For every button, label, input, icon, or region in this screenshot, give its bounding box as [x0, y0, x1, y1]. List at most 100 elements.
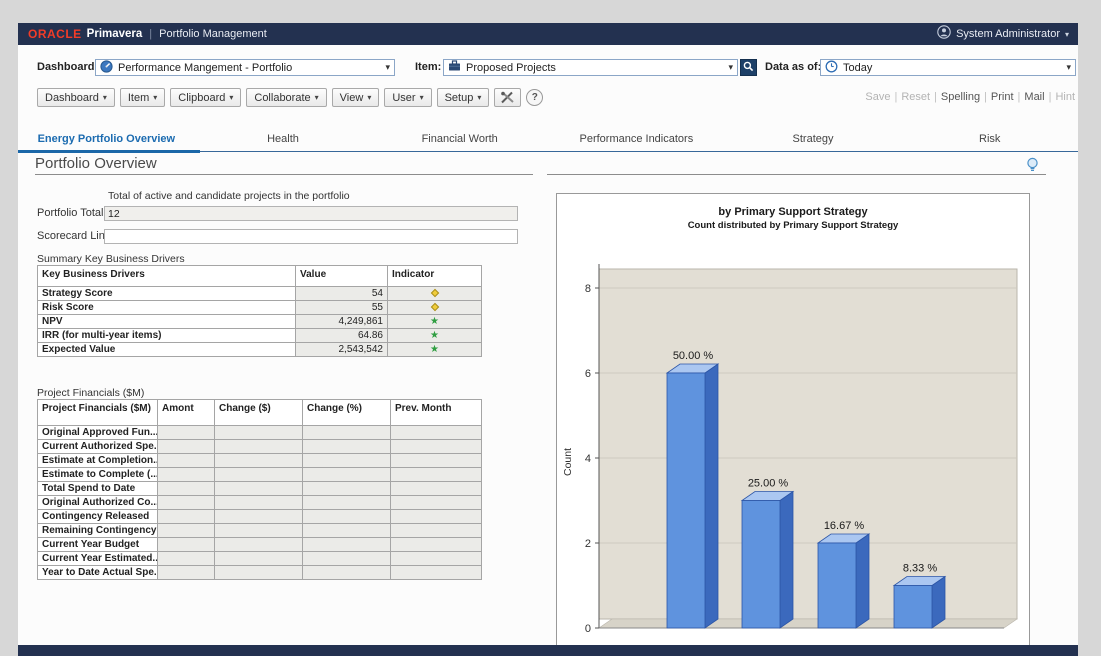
table-row[interactable]: Estimate at Completion... — [38, 454, 482, 468]
item-selector[interactable]: Proposed Projects ▾ — [443, 59, 738, 76]
menu-button-dashboard[interactable]: Dashboard▾ — [37, 88, 115, 107]
financial-value-cell — [158, 440, 215, 454]
driver-name-cell: Strategy Score — [38, 287, 296, 301]
tab-performance-indicators[interactable]: Performance Indicators — [548, 129, 725, 151]
column-header: Change (%) — [303, 400, 391, 426]
tab-strategy[interactable]: Strategy — [725, 129, 902, 151]
application-window: ORACLE Primavera | Portfolio Management … — [0, 0, 1101, 656]
menu-button-view[interactable]: View▾ — [332, 88, 380, 107]
search-icon — [743, 59, 754, 77]
diamond-indicator-icon — [430, 289, 438, 297]
tab-financial-worth[interactable]: Financial Worth — [371, 129, 548, 151]
table-row[interactable]: Strategy Score54 — [38, 287, 482, 301]
key-business-drivers-table: Key Business DriversValueIndicator Strat… — [37, 265, 482, 357]
financial-value-cell — [215, 426, 303, 440]
action-link-save[interactable]: Save — [865, 91, 890, 103]
chart-container: by Primary Support Strategy Count distri… — [556, 193, 1030, 645]
financial-name-cell: Original Approved Fun... — [38, 426, 158, 440]
financial-name-cell: Original Authorized Co... — [38, 496, 158, 510]
menu-button-collaborate[interactable]: Collaborate▾ — [246, 88, 326, 107]
financial-value-cell — [215, 454, 303, 468]
table-row[interactable]: Expected Value2,543,542★ — [38, 343, 482, 357]
svg-text:0: 0 — [585, 623, 591, 635]
portfolio-total-hint: Total of active and candidate projects i… — [108, 190, 350, 202]
link-separator: | — [894, 91, 897, 103]
table-row[interactable]: NPV4,249,861★ — [38, 315, 482, 329]
driver-name-cell: Expected Value — [38, 343, 296, 357]
menu-button-item[interactable]: Item▾ — [120, 88, 165, 107]
chevron-down-icon: ▾ — [315, 93, 319, 102]
tools-button[interactable] — [494, 88, 521, 107]
lightbulb-icon[interactable] — [1026, 157, 1039, 178]
menu-button-setup[interactable]: Setup▾ — [437, 88, 490, 107]
table-row[interactable]: Current Year Estimated... — [38, 552, 482, 566]
action-link-hint[interactable]: Hint — [1055, 91, 1075, 103]
chart-panel: by Primary Support Strategy Count distri… — [547, 155, 1048, 645]
tab-energy-portfolio-overview[interactable]: Energy Portfolio Overview — [18, 129, 195, 151]
table-row[interactable]: Contingency Released — [38, 510, 482, 524]
action-link-print[interactable]: Print — [991, 91, 1014, 103]
item-search-button[interactable] — [740, 59, 757, 76]
column-header: Project Financials ($M) — [38, 400, 158, 426]
title-divider — [35, 174, 533, 175]
driver-indicator-cell: ★ — [388, 343, 482, 357]
clock-icon — [825, 60, 838, 76]
table-row[interactable]: IRR (for multi-year items)64.86★ — [38, 329, 482, 343]
column-header: Prev. Month — [391, 400, 482, 426]
financial-value-cell — [215, 496, 303, 510]
action-link-reset[interactable]: Reset — [901, 91, 930, 103]
menu-button-clipboard[interactable]: Clipboard▾ — [170, 88, 241, 107]
tab-risk[interactable]: Risk — [901, 129, 1078, 151]
brand-divider: | — [149, 28, 152, 40]
table-row[interactable]: Year to Date Actual Spe... — [38, 566, 482, 580]
item-selector-label: Item: — [415, 59, 441, 76]
action-link-spelling[interactable]: Spelling — [941, 91, 980, 103]
table-row[interactable]: Remaining Contingency — [38, 524, 482, 538]
table-row[interactable]: Current Authorized Spe... — [38, 440, 482, 454]
chevron-down-icon: ▾ — [153, 93, 157, 102]
financial-value-cell — [158, 524, 215, 538]
chevron-down-icon: ▾ — [725, 62, 733, 73]
svg-text:25.00 %: 25.00 % — [748, 478, 789, 490]
page-title: Portfolio Overview — [35, 155, 157, 172]
menu-button-label: Clipboard — [178, 92, 225, 104]
menu-button-user[interactable]: User▾ — [384, 88, 431, 107]
table-row[interactable]: Estimate to Complete (... — [38, 468, 482, 482]
svg-text:8.33 %: 8.33 % — [903, 563, 937, 575]
help-button[interactable]: ? — [526, 89, 543, 106]
financial-name-cell: Current Year Budget — [38, 538, 158, 552]
menu-button-label: User — [392, 92, 415, 104]
column-header: Change ($) — [215, 400, 303, 426]
tab-health[interactable]: Health — [195, 129, 372, 151]
scorecard-link-field[interactable] — [104, 229, 518, 244]
data-as-of-selector[interactable]: Today ▾ — [820, 59, 1076, 76]
scorecard-link-label: Scorecard Link: — [37, 230, 113, 242]
tab-bar: Energy Portfolio OverviewHealthFinancial… — [18, 129, 1078, 152]
financial-name-cell: Current Year Estimated... — [38, 552, 158, 566]
chevron-down-icon: ▾ — [367, 93, 371, 102]
table-row[interactable]: Current Year Budget — [38, 538, 482, 552]
table-header-row: Key Business DriversValueIndicator — [38, 266, 482, 287]
chart-subtitle: Count distributed by Primary Support Str… — [557, 220, 1029, 231]
dashboard-selector[interactable]: Performance Mangement - Portfolio ▾ — [95, 59, 395, 76]
table-row[interactable]: Original Authorized Co... — [38, 496, 482, 510]
table-row[interactable]: Total Spend to Date — [38, 482, 482, 496]
link-separator: | — [984, 91, 987, 103]
svg-text:6: 6 — [585, 368, 591, 380]
primavera-brand: Primavera — [87, 28, 143, 40]
action-link-mail[interactable]: Mail — [1024, 91, 1044, 103]
column-header: Amont — [158, 400, 215, 426]
link-separator: | — [1049, 91, 1052, 103]
financial-value-cell — [391, 538, 482, 552]
table-row[interactable]: Original Approved Fun... — [38, 426, 482, 440]
financial-value-cell — [391, 566, 482, 580]
chevron-down-icon: ▾ — [1063, 62, 1071, 73]
financial-value-cell — [303, 510, 391, 524]
user-menu[interactable]: System Administrator ▾ — [937, 25, 1069, 44]
financial-name-cell: Estimate at Completion... — [38, 454, 158, 468]
table-row[interactable]: Risk Score55 — [38, 301, 482, 315]
portfolio-total-field[interactable] — [104, 206, 518, 221]
project-financials-table: Project Financials ($M)AmontChange ($)Ch… — [37, 399, 482, 580]
dashboard-icon — [100, 60, 113, 76]
financial-value-cell — [215, 510, 303, 524]
